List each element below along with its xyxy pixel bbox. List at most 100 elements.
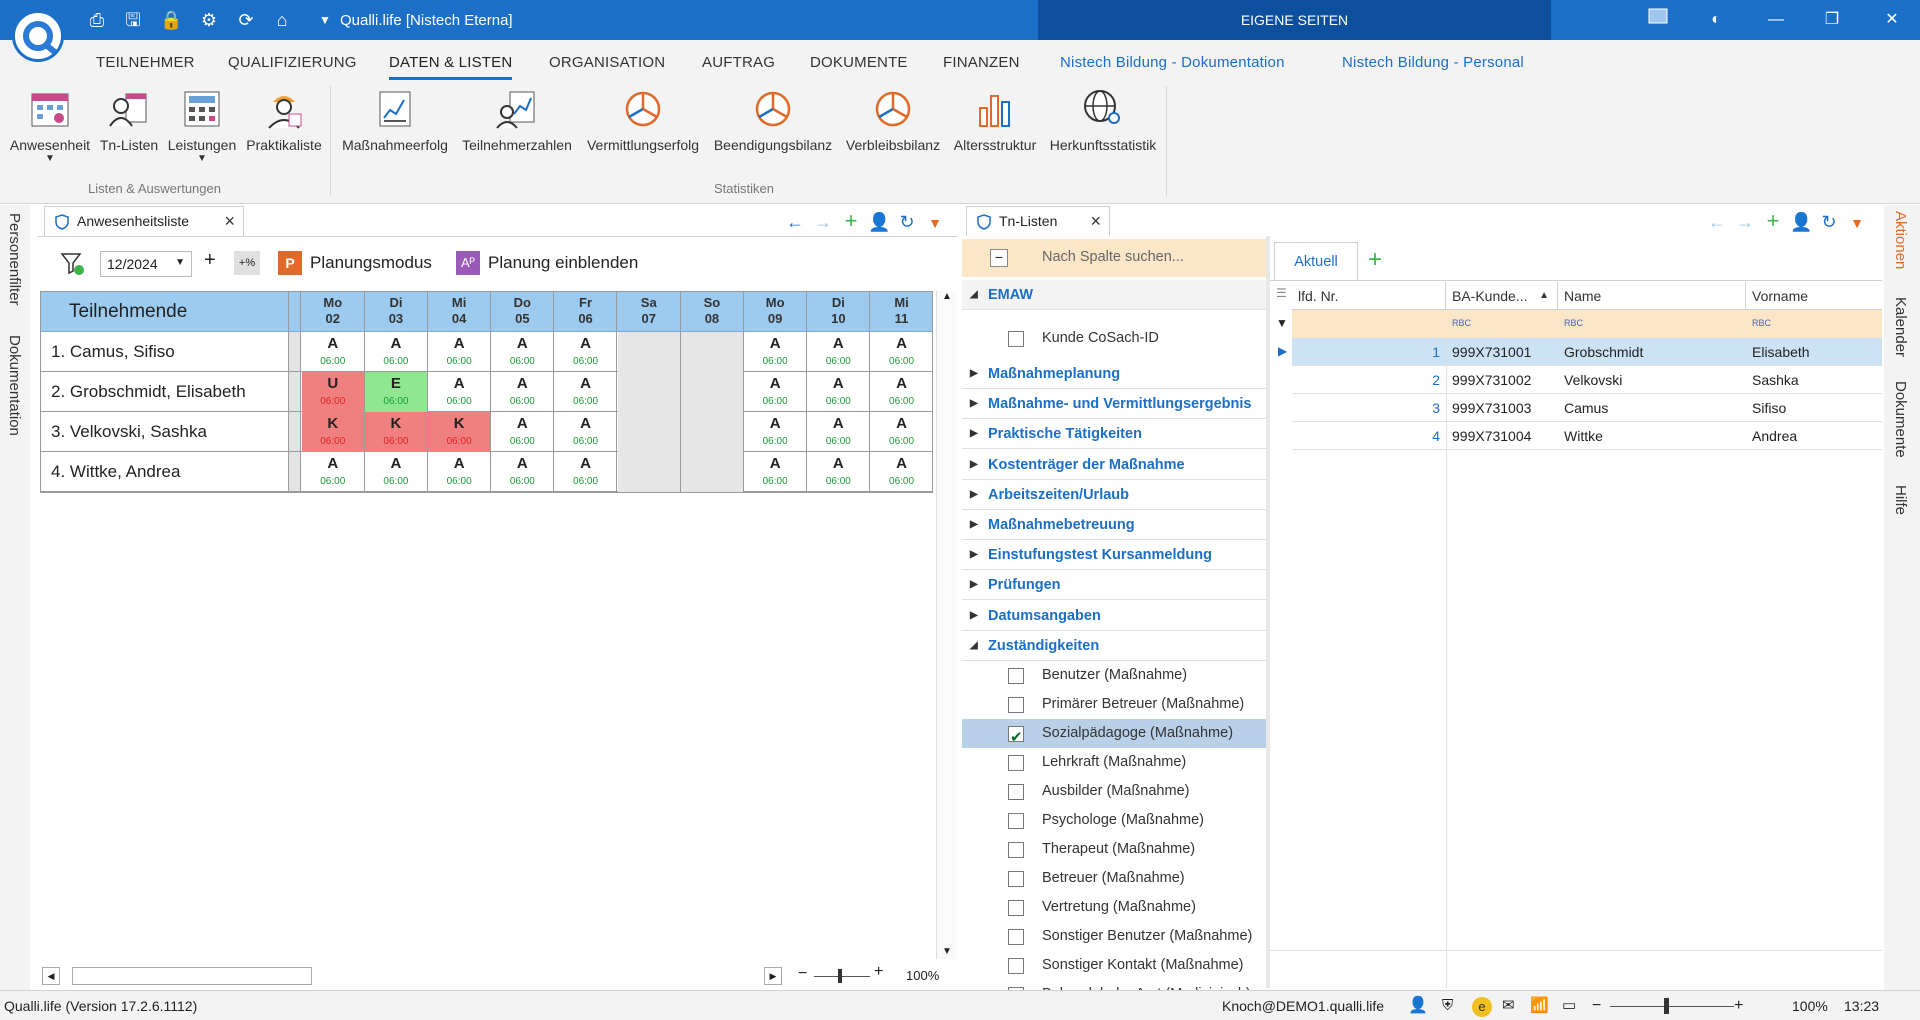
tab-auftrag[interactable]: AUFTRAG	[702, 54, 775, 71]
checkbox[interactable]	[1008, 929, 1024, 945]
checkbox[interactable]	[1008, 900, 1024, 916]
table-row[interactable]: 2 999X731002 Velkovski Sashka	[1292, 366, 1882, 394]
column-checkbox-item[interactable]: Therapeut (Maßnahme)	[962, 835, 1266, 864]
checkbox[interactable]	[1008, 958, 1024, 974]
leistungen-button[interactable]: Leistungen ▼	[164, 88, 240, 172]
save-icon[interactable]: 🖫	[122, 9, 144, 31]
kalender-tab[interactable]: Kalender	[1892, 297, 1909, 357]
e-badge-icon[interactable]: e	[1472, 997, 1492, 1017]
attendance-cell[interactable]	[618, 412, 681, 452]
column-checkbox-item[interactable]: Benutzer (Maßnahme)	[962, 661, 1266, 690]
home-icon[interactable]: ⌂	[271, 9, 293, 31]
tab-nistech-personal[interactable]: Nistech Bildung - Personal	[1342, 54, 1524, 71]
column-group[interactable]: ▶ Maßnahmeplanung	[962, 359, 1266, 389]
document-settings-icon[interactable]: ⚙	[198, 9, 220, 31]
hilfe-tab[interactable]: Hilfe	[1892, 485, 1909, 515]
col-header-name[interactable]: Name	[1558, 282, 1746, 310]
attendance-cell[interactable]: A 06:00	[555, 452, 618, 491]
attendance-cell[interactable]: A 06:00	[365, 332, 428, 371]
scroll-right-icon[interactable]: ▶	[764, 967, 782, 985]
attendance-cell[interactable]: A 06:00	[428, 332, 491, 371]
attendance-cell[interactable]: A 06:00	[365, 452, 428, 491]
tab-teilnehmer[interactable]: TEILNEHMER	[96, 54, 195, 71]
shield-check-icon[interactable]: ⛨	[1442, 991, 1453, 1020]
attendance-row[interactable]: 2. Grobschmidt, Elisabeth U 06:00 E 06:00 A 06…	[41, 372, 934, 412]
attendance-cell[interactable]: A 06:00	[808, 332, 871, 371]
planung-einblenden-icon[interactable]: Aᴾ	[456, 251, 480, 275]
scroll-down-icon[interactable]: ▼	[942, 946, 952, 957]
close-icon[interactable]: ×	[224, 207, 235, 235]
tab-finanzen[interactable]: FINANZEN	[943, 54, 1020, 71]
column-checkbox-item[interactable]: Lehrkraft (Maßnahme)	[962, 748, 1266, 777]
col-header-ba[interactable]: BA-Kunde... ▲	[1446, 282, 1558, 310]
tab-nistech-dokumentation[interactable]: Nistech Bildung - Dokumentation	[1060, 54, 1285, 71]
scroll-up-icon[interactable]: ▲	[942, 291, 952, 302]
eigene-seiten-button[interactable]: EIGENE SEITEN	[1038, 0, 1551, 40]
person-icon[interactable]: 👤	[868, 211, 890, 233]
filter-type-tag[interactable]: RBC	[1752, 318, 1771, 328]
tn-listen-button[interactable]: Tn-Listen	[98, 88, 160, 172]
attendance-cell[interactable]: A 06:00	[492, 452, 555, 491]
dropdown-icon[interactable]: ▼	[1846, 212, 1868, 234]
column-checkbox-item[interactable]: Sozialpädagoge (Maßnahme)	[962, 719, 1266, 752]
column-checkbox-item[interactable]: Sonstiger Benutzer (Maßnahme)	[962, 922, 1266, 951]
column-group[interactable]: ▶ Arbeitszeiten/Urlaub	[962, 479, 1266, 510]
forward-arrow-icon[interactable]: →	[812, 211, 834, 233]
attendance-cell[interactable]: K 06:00	[365, 412, 428, 452]
attendance-cell[interactable]: A 06:00	[744, 412, 807, 451]
column-group[interactable]: ▶ Datumsangaben	[962, 600, 1266, 631]
participant-name[interactable]: 3. Velkovski, Sashka	[41, 412, 289, 451]
col-header-vorname[interactable]: Vorname	[1746, 282, 1882, 310]
teilnehmerzahlen-button[interactable]: Teilnehmerzahlen	[456, 88, 578, 172]
lock-icon[interactable]: 🔒	[160, 9, 182, 31]
attendance-cell[interactable]: A 06:00	[428, 372, 491, 411]
checkbox[interactable]	[1008, 842, 1024, 858]
tn-listen-tab[interactable]: Tn-Listen ×	[966, 206, 1110, 236]
table-row[interactable]: 3 999X731003 Camus Sifiso	[1292, 394, 1882, 422]
month-select[interactable]: 12/2024 ▼	[100, 251, 192, 277]
user-icon[interactable]: 👤	[1408, 991, 1428, 1020]
column-checkbox-item[interactable]: Ausbilder (Maßnahme)	[962, 777, 1266, 806]
attendance-row[interactable]: 4. Wittke, Andrea A 06:00 A 06:00 A 06:00 A 06:0…	[41, 452, 934, 492]
checkbox[interactable]	[1008, 813, 1024, 829]
zoom-out-icon[interactable]: −	[1592, 991, 1601, 1020]
add-icon[interactable]: +	[840, 210, 862, 232]
grid-zoom-control[interactable]: − + 100%	[798, 963, 948, 987]
checkbox[interactable]	[1008, 331, 1024, 347]
quickaccess-dropdown-icon[interactable]: ▼	[314, 9, 336, 31]
reload-icon[interactable]: ↻	[896, 211, 918, 233]
attendance-cell[interactable]: A 06:00	[302, 452, 365, 491]
dropdown-icon[interactable]: ▼	[924, 212, 946, 234]
checkbox[interactable]	[1008, 723, 1024, 752]
table-row[interactable]: 4 999X731004 Wittke Andrea	[1292, 422, 1882, 450]
table-row[interactable]: 1 999X731001 Grobschmidt Elisabeth	[1292, 338, 1882, 366]
attendance-cell[interactable]: A 06:00	[871, 452, 934, 491]
column-checkbox-item[interactable]: Primärer Betreuer (Maßnahme)	[962, 690, 1266, 719]
filter-icon[interactable]	[60, 251, 86, 277]
reload-icon[interactable]: ↻	[1818, 211, 1840, 233]
zoom-in-icon[interactable]: +	[1734, 991, 1743, 1020]
attendance-cell[interactable]: A 06:00	[871, 332, 934, 371]
attendance-cell[interactable]: A 06:00	[492, 332, 555, 371]
checkbox[interactable]	[1008, 697, 1024, 713]
zoom-in-icon[interactable]: +	[874, 963, 883, 981]
dokumentation-tab[interactable]: Dokumentation	[6, 335, 23, 436]
attendance-cell[interactable]	[618, 452, 681, 492]
planungsmodus-button[interactable]: Planungsmodus	[310, 253, 432, 273]
participant-name[interactable]: 4. Wittke, Andrea	[41, 452, 289, 491]
zoom-thumb[interactable]	[838, 969, 842, 983]
checkbox[interactable]	[1008, 755, 1024, 771]
column-group[interactable]: ◢ Zuständigkeiten	[962, 630, 1266, 661]
participant-name[interactable]: 2. Grobschmidt, Elisabeth	[41, 372, 289, 411]
filter-type-tag[interactable]: RBC	[1452, 318, 1471, 328]
attendance-row[interactable]: 1. Camus, Sifiso A 06:00 A 06:00 A 06:00 A 06:00…	[41, 332, 934, 372]
attendance-cell[interactable]	[681, 452, 744, 492]
forward-arrow-icon[interactable]: →	[1734, 211, 1756, 233]
attendance-cell[interactable]: A 06:00	[871, 412, 934, 451]
attendance-cell[interactable]: A 06:00	[492, 372, 555, 411]
add-view-icon[interactable]: +	[1368, 246, 1382, 274]
column-checkbox-item[interactable]: Betreuer (Maßnahme)	[962, 864, 1266, 893]
attendance-cell[interactable]: U 06:00	[302, 372, 365, 412]
filter-icon[interactable]: ▼	[1276, 316, 1288, 330]
plus-icon[interactable]: +	[204, 249, 216, 272]
